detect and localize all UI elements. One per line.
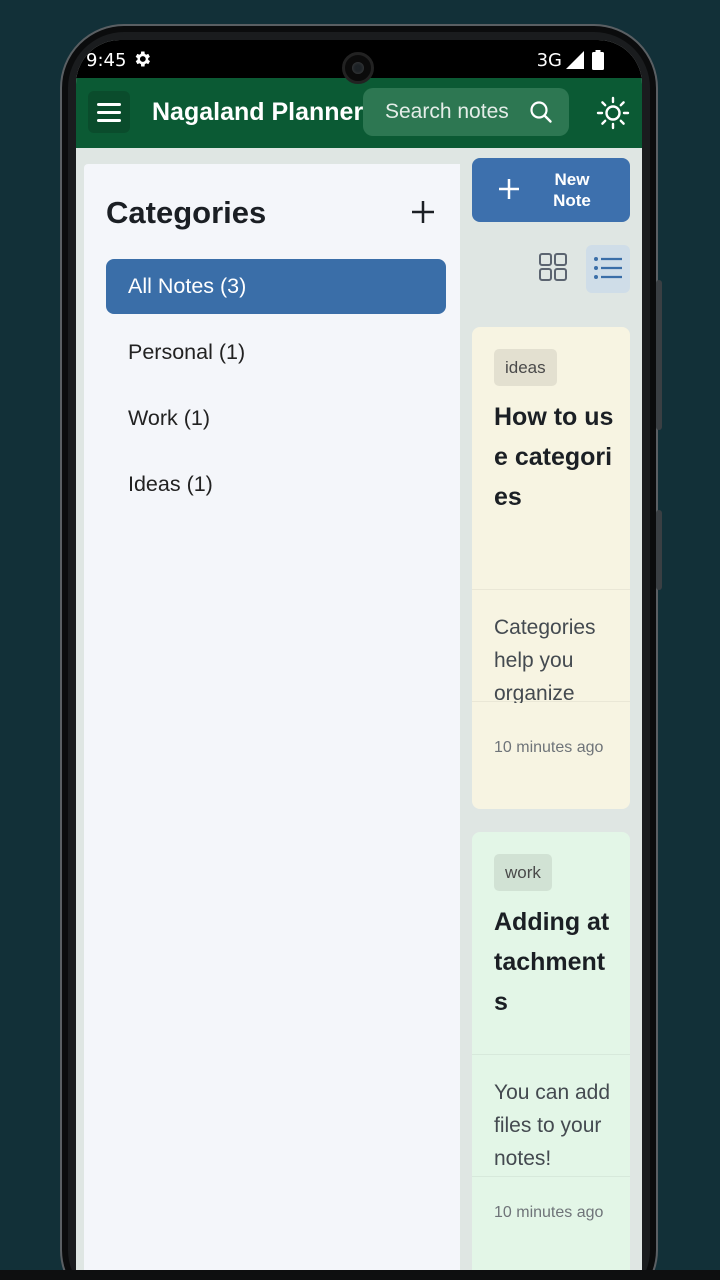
note-title: How to use categories (494, 403, 614, 511)
category-item-personal[interactable]: Personal (1) (106, 325, 446, 380)
note-card[interactable]: ideas How to use categories Categories h… (472, 327, 630, 809)
search-placeholder: Search notes (385, 100, 509, 123)
note-preview: Categories help you organize (494, 616, 596, 703)
new-note-label-line-1: New (554, 170, 590, 189)
plus-icon (410, 201, 436, 229)
screen: 9:45 3G Nagaland Planner Search notes Ca… (76, 40, 642, 1272)
sun-icon (596, 96, 630, 134)
app-bar: Nagaland Planner Search notes (76, 78, 642, 148)
new-note-label: New Note (552, 169, 592, 211)
categories-sidebar: Categories All Notes (3) Personal (1) Wo… (76, 148, 460, 1272)
network-type: 3G (536, 50, 562, 71)
front-camera (342, 52, 374, 84)
note-timestamp: 10 minutes ago (494, 1204, 604, 1221)
battery-icon (592, 50, 604, 75)
category-item-ideas[interactable]: Ideas (1) (106, 457, 446, 512)
theme-toggle-button[interactable] (596, 96, 630, 135)
phone-side-button (656, 280, 662, 430)
new-note-label-line-2: Note (553, 191, 591, 210)
menu-icon (97, 119, 121, 122)
phone-side-button (656, 510, 662, 590)
note-card[interactable]: work Adding attachments You can add file… (472, 832, 630, 1272)
search-icon (529, 100, 553, 129)
list-view-button[interactable] (586, 245, 630, 293)
note-preview: You can add files to your notes! (494, 1081, 611, 1168)
menu-icon (97, 111, 121, 114)
menu-button[interactable] (88, 91, 130, 133)
divider (472, 1176, 630, 1177)
category-item-work[interactable]: Work (1) (106, 391, 446, 446)
add-category-button[interactable] (410, 199, 436, 230)
note-tag: ideas (494, 349, 557, 386)
note-title: Adding attachments (494, 908, 610, 1016)
menu-icon (97, 103, 121, 106)
note-tag: work (494, 854, 552, 891)
phone-bottom-edge (0, 1270, 720, 1280)
signal-icon (566, 51, 584, 74)
status-time: 9:45 (86, 50, 127, 71)
grid-view-button[interactable] (538, 252, 568, 287)
gear-icon (132, 49, 152, 74)
categories-title: Categories (106, 195, 267, 230)
divider (472, 701, 630, 702)
app-title: Nagaland Planner (152, 98, 364, 126)
search-input[interactable]: Search notes (363, 88, 569, 136)
category-item-all-notes[interactable]: All Notes (3) (106, 259, 446, 314)
plus-icon (496, 176, 522, 207)
list-icon (594, 257, 622, 279)
new-note-button[interactable]: New Note (472, 158, 630, 222)
divider (472, 589, 630, 590)
note-timestamp: 10 minutes ago (494, 739, 604, 756)
grid-icon (538, 253, 568, 286)
divider (472, 1054, 630, 1055)
categories-panel: Categories All Notes (3) Personal (1) Wo… (84, 164, 460, 1272)
